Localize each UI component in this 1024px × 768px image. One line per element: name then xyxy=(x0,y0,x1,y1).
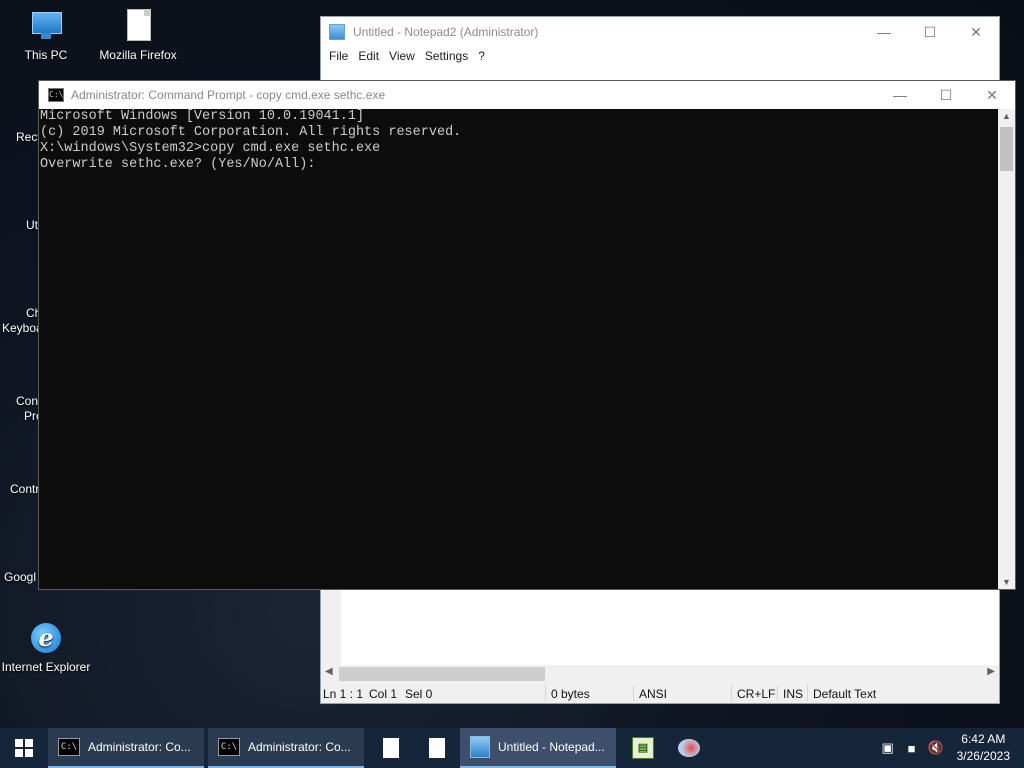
close-icon: ✕ xyxy=(970,23,982,40)
notepad-icon xyxy=(470,736,490,758)
desktop-icon-mozilla-firefox[interactable]: Mozilla Firefox xyxy=(92,8,184,63)
menu-view[interactable]: View xyxy=(387,47,423,67)
console-line: Microsoft Windows [Version 10.0.19041.1] xyxy=(40,109,365,124)
spreadsheet-icon: ▤ xyxy=(632,737,654,759)
taskbar: C:\ Administrator: Co... C:\ Administrat… xyxy=(0,728,1024,768)
status-line-endings[interactable]: CR+LF xyxy=(737,687,775,701)
notepad-editor[interactable] xyxy=(321,587,999,667)
taskbar-item-spreadsheet[interactable]: ▤ xyxy=(620,728,666,768)
status-divider xyxy=(545,685,546,701)
status-divider xyxy=(731,685,732,701)
status-divider xyxy=(807,685,808,701)
console-line: (c) 2019 Microsoft Corporation. All righ… xyxy=(40,125,462,140)
scroll-left-icon[interactable]: ◀ xyxy=(325,666,333,677)
status-insert-mode: INS xyxy=(783,687,804,701)
maximize-button[interactable]: ☐ xyxy=(923,80,969,110)
status-column: Col 1 xyxy=(369,687,398,701)
notepad-status-bar: Ln 1 : 1 Col 1 Sel 0 0 bytes ANSI CR+LF … xyxy=(321,683,999,703)
taskbar-item-command-prompt-2[interactable]: C:\ Administrator: Co... xyxy=(208,728,364,768)
close-button[interactable]: ✕ xyxy=(953,17,999,47)
notepad-title-bar[interactable]: Untitled - Notepad2 (Administrator) — ☐ … xyxy=(321,17,999,47)
paint-icon xyxy=(678,739,700,757)
status-divider xyxy=(633,685,634,701)
status-size: 0 bytes xyxy=(551,687,590,701)
file-icon xyxy=(429,738,445,758)
scroll-up-icon[interactable]: ▲ xyxy=(1002,111,1011,121)
close-button[interactable]: ✕ xyxy=(969,80,1015,110)
volume-muted-icon[interactable]: 🔇 xyxy=(927,740,945,756)
taskbar-item-file[interactable] xyxy=(368,728,414,768)
command-prompt-icon: C:\ xyxy=(218,738,240,756)
status-divider xyxy=(777,685,778,701)
taskbar-item-notepad[interactable]: Untitled - Notepad... xyxy=(460,728,616,768)
taskbar-item-label: Administrator: Co... xyxy=(248,740,351,754)
taskbar-item-file-2[interactable] xyxy=(414,728,460,768)
menu-settings[interactable]: Settings xyxy=(423,47,476,67)
cmd-title-bar[interactable]: C:\ Administrator: Command Prompt - copy… xyxy=(39,81,1015,109)
minimize-button[interactable]: — xyxy=(861,17,907,47)
scrollbar-thumb[interactable] xyxy=(1000,127,1013,171)
desktop-icon-keyboard[interactable]: Ch Keyboa xyxy=(0,306,43,336)
command-prompt-icon: C:\ xyxy=(48,88,64,102)
taskbar-item-paint[interactable] xyxy=(666,728,712,768)
desktop-icon-label: Mozilla Firefox xyxy=(99,48,177,62)
status-scheme[interactable]: Default Text xyxy=(813,687,876,701)
internet-explorer-icon: e xyxy=(28,620,64,656)
desktop-icon-label: Keyboa xyxy=(2,321,43,335)
menu-file[interactable]: File xyxy=(327,47,356,67)
vertical-scrollbar[interactable]: ▲ ▼ xyxy=(998,109,1015,589)
clock-time: 6:42 AM xyxy=(961,732,1006,746)
network-disconnected-icon[interactable]: ▣ xyxy=(879,740,897,756)
status-line: Ln 1 : 1 xyxy=(323,687,364,701)
windows-logo-icon xyxy=(15,739,33,757)
scrollbar-thumb[interactable] xyxy=(339,667,545,681)
horizontal-scrollbar[interactable]: ◀ ▶ xyxy=(321,665,999,683)
notepad-menu-bar: File Edit View Settings ? xyxy=(321,47,999,67)
scroll-right-icon[interactable]: ▶ xyxy=(987,666,995,677)
menu-help[interactable]: ? xyxy=(476,47,493,67)
start-button[interactable] xyxy=(0,728,48,768)
status-selection: Sel 0 xyxy=(405,687,433,701)
console-output[interactable]: Microsoft Windows [Version 10.0.19041.1]… xyxy=(39,109,999,589)
command-prompt-window[interactable]: C:\ Administrator: Command Prompt - copy… xyxy=(38,80,1016,590)
taskbar-item-label: Administrator: Co... xyxy=(88,740,191,754)
color-icon[interactable]: ■ xyxy=(903,741,921,756)
file-icon xyxy=(120,8,156,44)
clock-date: 3/26/2023 xyxy=(956,749,1010,763)
taskbar-item-label: Untitled - Notepad... xyxy=(498,740,605,754)
notepad-icon xyxy=(329,24,345,40)
maximize-icon: ☐ xyxy=(923,23,937,40)
file-icon xyxy=(383,738,399,758)
command-prompt-icon: C:\ xyxy=(58,738,80,756)
minimize-icon: — xyxy=(893,87,907,103)
cmd-title: Administrator: Command Prompt - copy cmd… xyxy=(71,88,386,102)
maximize-icon: ☐ xyxy=(939,86,953,103)
console-line: X:\windows\System32>copy cmd.exe sethc.e… xyxy=(40,141,381,156)
desktop-icon-internet-explorer[interactable]: e Internet Explorer xyxy=(0,620,92,675)
desktop-icon-label: This PC xyxy=(24,48,68,62)
minimize-button[interactable]: — xyxy=(877,80,923,110)
line-number-gutter xyxy=(321,587,341,667)
console-prompt-line: Overwrite sethc.exe? (Yes/No/All): xyxy=(40,157,316,172)
desktop-icon-this-pc[interactable]: This PC xyxy=(0,8,92,63)
computer-icon xyxy=(28,8,64,44)
clock[interactable]: 6:42 AM 3/26/2023 xyxy=(957,731,1010,765)
desktop-icon-label: Internet Explorer xyxy=(1,660,91,674)
scroll-down-icon[interactable]: ▼ xyxy=(1002,577,1011,587)
desktop-icon-label: Ch xyxy=(26,306,42,320)
taskbar-item-command-prompt[interactable]: C:\ Administrator: Co... xyxy=(48,728,204,768)
maximize-button[interactable]: ☐ xyxy=(907,17,953,47)
close-icon: ✕ xyxy=(986,86,998,103)
minimize-icon: — xyxy=(877,24,891,40)
status-encoding[interactable]: ANSI xyxy=(639,687,667,701)
system-tray: ▣ ■ 🔇 6:42 AM 3/26/2023 xyxy=(879,731,1024,765)
notepad-title: Untitled - Notepad2 (Administrator) xyxy=(353,25,539,39)
menu-edit[interactable]: Edit xyxy=(356,47,387,67)
